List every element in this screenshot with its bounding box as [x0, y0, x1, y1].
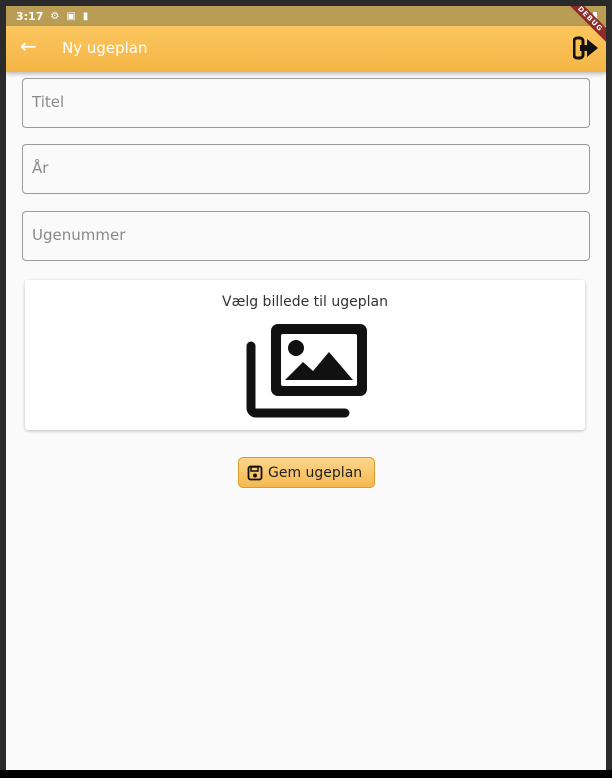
status-bar: 3:17 ⚙ ▣ ▮ ▼ ▮: [6, 6, 606, 26]
photo-library-icon[interactable]: [245, 324, 367, 422]
sim-a-icon: ▣: [66, 10, 76, 22]
status-time: 3:17: [16, 9, 44, 23]
arrow-left-icon[interactable]: ←: [20, 34, 37, 58]
sd-card-icon: ▮: [82, 10, 89, 22]
bottom-bar: [0, 770, 612, 778]
title-input[interactable]: [23, 79, 581, 125]
year-input[interactable]: [23, 145, 581, 191]
save-icon: [247, 465, 263, 480]
page-title: Ny ugeplan: [62, 39, 148, 57]
app-bar: ← Ny ugeplan: [6, 26, 606, 72]
image-picker-label: Vælg billede til ugeplan: [222, 294, 388, 310]
week-number-input[interactable]: [23, 212, 581, 258]
save-button-label: Gem ugeplan: [268, 464, 363, 481]
app-screen: 3:17 ⚙ ▣ ▮ ▼ ▮ ← Ny ugeplan DEBUG Vælg b…: [6, 6, 606, 770]
logout-icon[interactable]: [572, 36, 599, 64]
week-number-field[interactable]: [22, 211, 590, 261]
gear-icon: ⚙: [50, 10, 60, 22]
year-field[interactable]: [22, 144, 590, 194]
title-field[interactable]: [22, 78, 590, 128]
save-weekplan-button[interactable]: Gem ugeplan: [238, 457, 375, 488]
image-picker-card[interactable]: Vælg billede til ugeplan: [25, 280, 585, 430]
